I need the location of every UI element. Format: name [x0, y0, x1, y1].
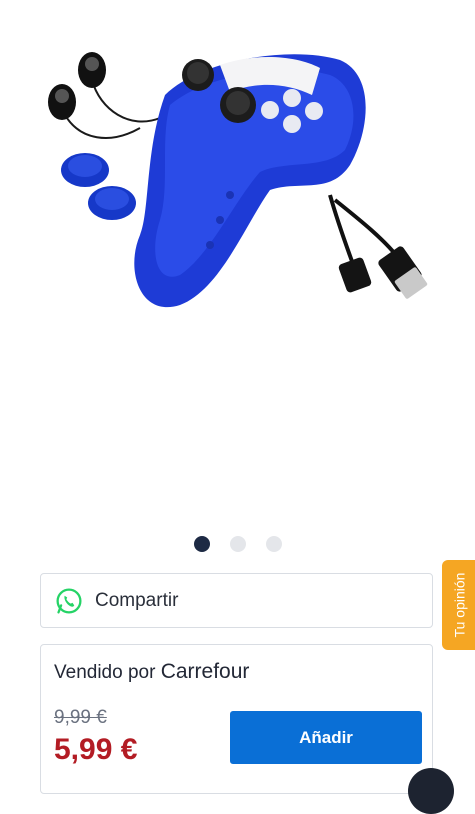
seller-name: Carrefour — [160, 660, 250, 683]
seller-info: Vendido por Carrefour — [54, 660, 249, 684]
share-label: Compartir — [95, 589, 179, 611]
carousel-dot-3[interactable] — [265, 536, 282, 552]
controller-illustration — [48, 52, 428, 308]
product-image[interactable] — [30, 20, 450, 350]
carousel-indicator — [0, 536, 475, 556]
feedback-tab[interactable]: Tu opinión — [442, 560, 475, 650]
carousel-dot-2[interactable] — [229, 536, 246, 552]
seller-card: Vendido por Carrefour 9,99 € 5,99 € Añad… — [40, 644, 433, 794]
seller-prefix: Vendido por — [54, 662, 156, 683]
whatsapp-icon — [56, 587, 82, 614]
old-price: 9,99 € — [54, 707, 107, 728]
add-to-cart-button[interactable]: Añadir — [230, 711, 422, 764]
share-button[interactable]: Compartir — [40, 573, 433, 628]
carousel-dot-1[interactable] — [193, 536, 210, 552]
current-price: 5,99 € — [54, 733, 138, 766]
feedback-label: Tu opinión — [451, 572, 468, 638]
